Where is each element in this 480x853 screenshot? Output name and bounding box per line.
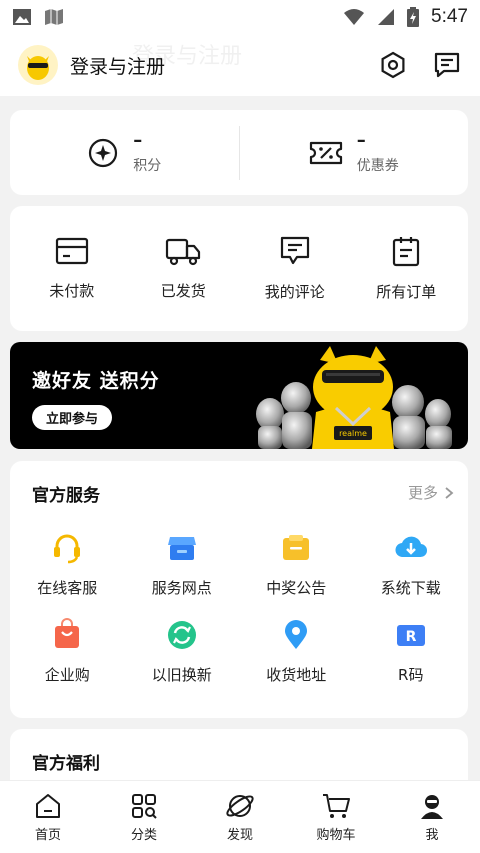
- hexagon-settings-icon: [381, 51, 405, 79]
- discover-icon: [226, 794, 254, 817]
- status-time: 5:47: [431, 6, 468, 27]
- coupon-label: 优惠券: [356, 157, 399, 174]
- service-label: 在线客服: [37, 579, 98, 597]
- service-label: R码: [398, 666, 424, 684]
- wallet-icon: [55, 237, 88, 265]
- service-enterprise-purchase[interactable]: 企业购: [10, 618, 125, 685]
- services-more-link[interactable]: 更多: [408, 482, 454, 503]
- services-title: 官方服务: [32, 486, 100, 506]
- service-trade-in[interactable]: 以旧换新: [125, 618, 240, 685]
- wifi-icon: [344, 9, 365, 25]
- service-label: 中奖公告: [266, 579, 327, 597]
- coupon-value: –: [356, 129, 366, 151]
- nav-discover[interactable]: 发现: [200, 792, 280, 843]
- service-system-download[interactable]: 系统下载: [354, 531, 469, 598]
- service-online-support[interactable]: 在线客服: [10, 531, 125, 598]
- more-label: 更多: [407, 484, 438, 502]
- messages-button[interactable]: [432, 50, 462, 80]
- header-ghost-text: 登录与注册: [132, 44, 243, 69]
- order-unpaid[interactable]: 未付款: [17, 236, 127, 301]
- category-icon: [132, 793, 157, 819]
- banner-brand-tag: realme: [339, 429, 367, 438]
- service-shipping-address[interactable]: 收货地址: [239, 618, 354, 685]
- refresh-icon: [167, 621, 196, 649]
- profile-header: 登录与注册 登录与注册: [0, 34, 480, 96]
- comment-icon: [280, 236, 309, 265]
- service-label: 以旧换新: [151, 666, 212, 684]
- banner-title: 邀好友 送积分: [32, 370, 160, 392]
- location-pin-icon: [285, 620, 308, 649]
- points-label: 积分: [133, 157, 162, 174]
- notice-icon: [283, 535, 310, 560]
- settings-button[interactable]: [378, 50, 408, 80]
- shopping-bag-icon: [55, 618, 80, 648]
- nav-me-label: 我: [425, 827, 439, 843]
- svg-text:R: R: [405, 629, 416, 645]
- chevron-right-icon: [445, 486, 454, 499]
- points-icon: [89, 138, 118, 167]
- avatar[interactable]: [18, 45, 58, 85]
- nav-category-label: 分类: [130, 827, 157, 843]
- home-icon: [36, 793, 60, 818]
- truck-icon: [166, 238, 201, 266]
- mascot-banner-illustration: realme: [256, 346, 452, 449]
- points-card: – 积分 – 优惠券: [10, 110, 468, 195]
- image-notification-icon: [13, 9, 31, 25]
- order-shipped-label: 已发货: [160, 282, 206, 300]
- services-card: 官方服务 更多 在线客服 服务网点 中奖公告 系统下载 企业购 以旧换新 收货地…: [10, 461, 468, 718]
- points-value: –: [133, 129, 143, 151]
- nav-home[interactable]: 首页: [8, 792, 88, 843]
- service-label: 企业购: [44, 666, 90, 684]
- bottom-navigation: 首页 分类 发现 购物车 我: [0, 780, 480, 853]
- profile-icon: [421, 794, 443, 819]
- coupon-entry[interactable]: – 优惠券: [240, 129, 469, 175]
- order-all[interactable]: 所有订单: [351, 235, 461, 302]
- nav-discover-label: 发现: [226, 827, 253, 843]
- nav-category[interactable]: 分类: [104, 792, 184, 843]
- order-unpaid-label: 未付款: [49, 282, 95, 300]
- service-label: 系统下载: [380, 579, 441, 597]
- points-entry[interactable]: – 积分: [10, 129, 239, 175]
- order-all-label: 所有订单: [376, 283, 437, 301]
- service-label: 收货地址: [266, 666, 327, 684]
- order-reviews[interactable]: 我的评论: [240, 235, 350, 302]
- mascot-avatar-icon: [27, 56, 49, 80]
- service-label: 服务网点: [151, 579, 212, 597]
- service-prize-notice[interactable]: 中奖公告: [239, 531, 354, 598]
- map-notification-icon: [45, 9, 63, 25]
- invite-banner[interactable]: 邀好友 送积分 立即参与 realme: [10, 342, 468, 449]
- nav-home-label: 首页: [34, 827, 61, 843]
- welfare-title: 官方福利: [32, 754, 100, 774]
- nav-me[interactable]: 我: [392, 792, 472, 843]
- cart-icon: [323, 793, 350, 818]
- headset-icon: [54, 534, 81, 564]
- message-icon: [434, 52, 460, 78]
- service-r-code[interactable]: R R码: [354, 618, 469, 685]
- banner-join-button[interactable]: 立即参与: [32, 405, 113, 430]
- status-bar: 5:47: [0, 0, 480, 34]
- battery-icon: [407, 7, 420, 27]
- order-shipped[interactable]: 已发货: [128, 236, 238, 301]
- coupon-icon: [309, 141, 342, 164]
- r-code-icon: R: [396, 625, 425, 646]
- orders-card: 未付款 已发货 我的评论 所有订单: [10, 206, 468, 331]
- clipboard-icon: [393, 237, 420, 267]
- store-icon: [167, 537, 196, 560]
- cloud-download-icon: [395, 536, 427, 558]
- nav-cart[interactable]: 购物车: [296, 792, 376, 843]
- service-outlets[interactable]: 服务网点: [125, 531, 240, 598]
- signal-icon: [378, 9, 395, 25]
- nav-cart-label: 购物车: [316, 827, 356, 843]
- order-reviews-label: 我的评论: [264, 283, 325, 301]
